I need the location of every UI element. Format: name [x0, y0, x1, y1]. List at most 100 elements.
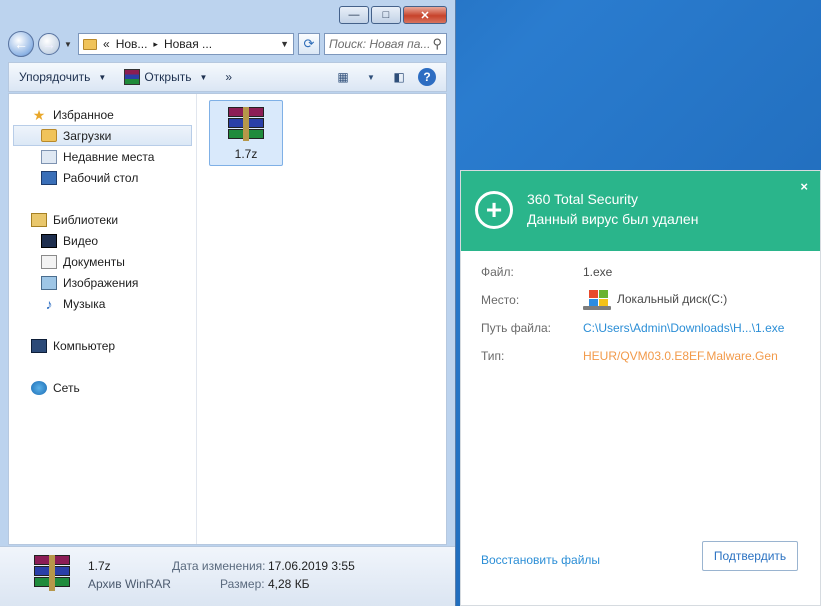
explorer-window: — □ ✕ ← → ▼ « Нов... ▸ Новая ... ▼ ⟳ Пои… — [0, 0, 456, 606]
refresh-icon[interactable]: ⟳ — [298, 33, 320, 55]
nav-label: Музыка — [63, 296, 106, 311]
file-item[interactable]: 1.7z — [209, 100, 283, 166]
file-list: 1.7z — [199, 94, 446, 544]
open-button[interactable]: Открыть ▼ — [124, 69, 207, 85]
nav-item-favorites[interactable]: ★ Избранное — [9, 104, 196, 125]
file-value: 1.exe — [583, 265, 613, 279]
nav-label: Сеть — [53, 380, 80, 395]
nav-label: Недавние места — [63, 149, 155, 164]
star-icon: ★ — [32, 106, 46, 123]
nav-item-documents[interactable]: Документы — [9, 251, 196, 272]
winrar-icon — [226, 107, 266, 141]
documents-icon — [41, 254, 57, 269]
details-modified-label: Дата изменения: — [172, 559, 266, 573]
winrar-icon — [124, 69, 141, 85]
forward-arrow-icon[interactable]: → — [38, 33, 60, 55]
history-dropdown-icon[interactable]: ▼ — [64, 40, 74, 49]
winrar-icon — [32, 555, 72, 591]
path-link[interactable]: C:\Users\Admin\Downloads\H...\1.exe — [583, 321, 784, 335]
folder-icon — [83, 38, 97, 50]
explorer-content: ★ Избранное Загрузки Недавние места Рабо… — [8, 93, 447, 545]
breadcrumb-separator[interactable]: ▸ — [153, 39, 158, 50]
view-icon[interactable]: ▦ — [334, 68, 352, 86]
details-file-type: Архив WinRAR — [88, 577, 171, 591]
breadcrumb-chevron[interactable]: « — [103, 37, 110, 51]
details-modified-value: 17.06.2019 3:55 — [268, 559, 355, 573]
plus-icon: + — [475, 191, 513, 229]
computer-icon — [31, 338, 47, 353]
nav-label: Библиотеки — [53, 212, 119, 227]
search-input[interactable]: Поиск: Новая па... ⚲ — [324, 33, 447, 55]
video-icon — [41, 233, 57, 248]
libraries-icon — [31, 212, 47, 227]
search-icon[interactable]: ⚲ — [432, 36, 442, 52]
confirm-button[interactable]: Подтвердить — [702, 541, 798, 571]
command-bar: Упорядочить ▼ Открыть ▼ » ▦ ▼ ◧ ? — [8, 62, 447, 92]
minimize-button[interactable]: — — [339, 6, 369, 24]
file-label: Файл: — [481, 265, 514, 279]
close-button[interactable]: ✕ — [403, 6, 447, 24]
close-icon[interactable]: × — [800, 179, 808, 194]
chevron-down-icon: ▼ — [98, 72, 107, 82]
details-size-label: Размер: — [220, 577, 265, 591]
windows-drive-icon — [583, 289, 611, 310]
type-label: Тип: — [481, 349, 505, 363]
nav-item-network[interactable]: Сеть — [9, 377, 196, 398]
more-commands-button[interactable]: » — [225, 70, 232, 84]
organize-button[interactable]: Упорядочить ▼ — [19, 70, 106, 84]
restore-files-link[interactable]: Восстановить файлы — [481, 553, 600, 567]
chevron-down-icon[interactable]: ▼ — [280, 39, 289, 49]
details-size-value: 4,28 КБ — [268, 577, 310, 591]
location-label: Место: — [481, 293, 520, 307]
security-notification: + 360 Total Security Данный вирус был уд… — [460, 170, 821, 606]
pictures-icon — [41, 275, 57, 290]
recent-places-icon — [41, 149, 57, 164]
nav-item-computer[interactable]: Компьютер — [9, 335, 196, 356]
path-label: Путь файла: — [481, 321, 551, 335]
address-field[interactable]: « Нов... ▸ Новая ... ▼ — [78, 33, 294, 55]
toolbar-right: ▦ ▼ ◧ ? — [334, 68, 436, 86]
network-icon — [31, 380, 47, 395]
nav-item-downloads[interactable]: Загрузки — [13, 125, 192, 146]
location-value: Локальный диск(C:) — [583, 289, 728, 310]
navigation-pane: ★ Избранное Загрузки Недавние места Рабо… — [9, 94, 197, 544]
desktop-icon — [41, 170, 57, 185]
preview-pane-icon[interactable]: ◧ — [390, 68, 408, 86]
search-placeholder: Поиск: Новая па... — [329, 37, 431, 51]
nav-label: Избранное — [53, 107, 114, 122]
nav-item-recent[interactable]: Недавние места — [9, 146, 196, 167]
breadcrumb-item-2[interactable]: Новая ... — [164, 37, 212, 51]
nav-item-video[interactable]: Видео — [9, 230, 196, 251]
details-pane: 1.7z Архив WinRAR Дата изменения: 17.06.… — [0, 546, 455, 606]
open-label: Открыть — [144, 70, 192, 84]
notification-header: + 360 Total Security Данный вирус был уд… — [461, 171, 820, 251]
nav-item-desktop[interactable]: Рабочий стол — [9, 167, 196, 188]
more-label: » — [225, 70, 233, 84]
back-arrow-icon[interactable]: ← — [8, 31, 34, 57]
type-value: HEUR/QVM03.0.E8EF.Malware.Gen — [583, 349, 778, 363]
nav-label: Рабочий стол — [63, 170, 139, 185]
music-icon: ♪ — [45, 295, 53, 312]
nav-label: Видео — [63, 233, 99, 248]
window-controls: — □ ✕ — [339, 6, 447, 24]
nav-label: Документы — [63, 254, 125, 269]
nav-label: Компьютер — [53, 338, 116, 353]
file-name: 1.7z — [234, 147, 258, 161]
nav-item-pictures[interactable]: Изображения — [9, 272, 196, 293]
address-bar-row: ← → ▼ « Нов... ▸ Новая ... ▼ ⟳ Поиск: Но… — [8, 30, 447, 58]
help-icon[interactable]: ? — [418, 68, 436, 86]
nav-item-libraries[interactable]: Библиотеки — [9, 209, 196, 230]
organize-label: Упорядочить — [19, 70, 91, 84]
notification-title: 360 Total Security — [527, 191, 639, 207]
nav-label: Загрузки — [63, 128, 112, 143]
maximize-button[interactable]: □ — [371, 6, 401, 24]
location-text: Локальный диск(C:) — [617, 292, 728, 306]
breadcrumb-item-1[interactable]: Нов... — [116, 37, 148, 51]
view-dropdown-icon[interactable]: ▼ — [362, 68, 380, 86]
nav-item-music[interactable]: ♪ Музыка — [9, 293, 196, 314]
details-file-name: 1.7z — [88, 559, 111, 573]
downloads-folder-icon — [41, 129, 57, 142]
